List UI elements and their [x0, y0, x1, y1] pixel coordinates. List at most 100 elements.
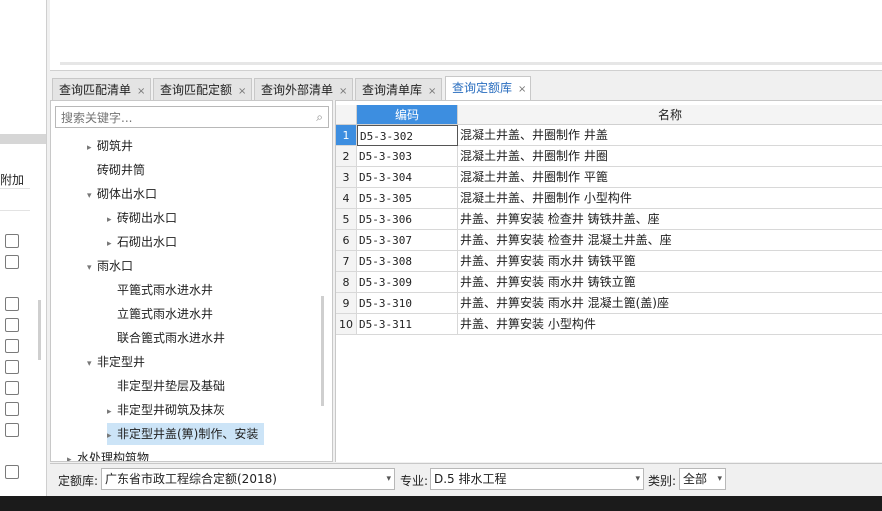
- column-header-code[interactable]: 编码: [357, 105, 458, 125]
- table-row[interactable]: 4 D5-3-305 混凝土井盖、井圈制作 小型构件: [336, 188, 882, 209]
- column-header-name[interactable]: 名称: [458, 105, 882, 125]
- code-cell[interactable]: D5-3-302: [357, 125, 458, 146]
- tree-node[interactable]: 立篦式雨水进水井: [117, 303, 213, 325]
- tab-query-list-library[interactable]: 查询清单库 ×: [355, 78, 442, 100]
- name-cell[interactable]: 井盖、井箅安装 检查井 铸铁井盖、座: [458, 209, 882, 230]
- table-row[interactable]: 5 D5-3-306 井盖、井箅安装 检查井 铸铁井盖、座: [336, 209, 882, 230]
- tree-node[interactable]: 平篦式雨水进水井: [117, 279, 213, 301]
- chevron-down-icon[interactable]: ▾: [87, 185, 97, 207]
- tree-node-selected[interactable]: ▸ 非定型井盖(箅)制作、安装: [107, 423, 265, 447]
- name-cell[interactable]: 井盖、井箅安装 小型构件: [458, 314, 882, 335]
- chevron-right-icon[interactable]: ▸: [107, 425, 117, 447]
- row-checkbox[interactable]: [5, 465, 19, 479]
- table-row[interactable]: 8 D5-3-309 井盖、井箅安装 雨水井 铸铁立篦: [336, 272, 882, 293]
- tree-node[interactable]: ▾ 雨水口: [87, 255, 133, 277]
- chevron-right-icon[interactable]: ▸: [87, 137, 97, 159]
- tree-node[interactable]: ▸ 非定型井砌筑及抹灰: [107, 399, 225, 421]
- row-number: 10: [336, 314, 357, 335]
- code-cell[interactable]: D5-3-310: [357, 293, 458, 314]
- name-cell[interactable]: 混凝土井盖、井圈制作 井圈: [458, 146, 882, 167]
- close-icon[interactable]: ×: [238, 86, 246, 97]
- row-divider: [0, 188, 30, 189]
- quota-library-select[interactable]: 广东省市政工程综合定额(2018) ▾: [101, 468, 395, 490]
- table-row[interactable]: 10 D5-3-311 井盖、井箅安装 小型构件: [336, 314, 882, 335]
- left-column-label: 附加: [0, 173, 25, 187]
- table-row[interactable]: 9 D5-3-310 井盖、井箅安装 雨水井 混凝土篦(盖)座: [336, 293, 882, 314]
- table-row[interactable]: 2 D5-3-303 混凝土井盖、井圈制作 井圈: [336, 146, 882, 167]
- name-cell[interactable]: 井盖、井箅安装 雨水井 混凝土篦(盖)座: [458, 293, 882, 314]
- code-cell[interactable]: D5-3-305: [357, 188, 458, 209]
- close-icon[interactable]: ×: [339, 86, 347, 97]
- code-cell[interactable]: D5-3-306: [357, 209, 458, 230]
- tree-node[interactable]: 砖砌井筒: [97, 159, 145, 181]
- tab-bar: 查询匹配清单 × 查询匹配定额 × 查询外部清单 × 查询清单库 × 查询定额库 ×: [50, 76, 882, 101]
- chevron-down-icon[interactable]: ▾: [386, 469, 391, 489]
- horizontal-scrollbar[interactable]: [60, 62, 882, 65]
- row-checkbox[interactable]: [5, 423, 19, 437]
- tree-node[interactable]: ▸ 石砌出水口: [107, 231, 177, 253]
- name-cell[interactable]: 井盖、井箅安装 检查井 混凝土井盖、座: [458, 230, 882, 251]
- tree-vertical-scrollbar[interactable]: [321, 296, 324, 406]
- row-checkbox[interactable]: [5, 381, 19, 395]
- row-checkbox[interactable]: [5, 318, 19, 332]
- tree-node-label: 立篦式雨水进水井: [117, 307, 214, 321]
- tree-node[interactable]: ▸ 砌筑井: [87, 135, 133, 157]
- row-checkbox[interactable]: [5, 297, 19, 311]
- tree-node-label: 砖砌井筒: [97, 163, 146, 177]
- search-icon[interactable]: ⌕: [316, 110, 323, 125]
- chevron-down-icon[interactable]: ▾: [87, 257, 97, 279]
- row-checkbox[interactable]: [5, 339, 19, 353]
- category-select[interactable]: 全部 ▾: [679, 468, 726, 490]
- tab-query-external-list[interactable]: 查询外部清单 ×: [254, 78, 353, 100]
- name-cell[interactable]: 混凝土井盖、井圈制作 井盖: [458, 125, 882, 146]
- code-cell[interactable]: D5-3-311: [357, 314, 458, 335]
- tree-node[interactable]: 非定型井垫层及基础: [117, 375, 225, 397]
- chevron-right-icon[interactable]: ▸: [107, 233, 117, 255]
- row-checkbox[interactable]: [5, 255, 19, 269]
- table-row[interactable]: 3 D5-3-304 混凝土井盖、井圈制作 平篦: [336, 167, 882, 188]
- chevron-down-icon[interactable]: ▾: [635, 469, 640, 489]
- tab-query-match-list[interactable]: 查询匹配清单 ×: [52, 78, 151, 100]
- tree-node[interactable]: ▾ 砌体出水口: [87, 183, 157, 205]
- code-cell[interactable]: D5-3-308: [357, 251, 458, 272]
- specialty-select[interactable]: D.5 排水工程 ▾: [430, 468, 644, 490]
- chevron-right-icon[interactable]: ▸: [67, 449, 77, 461]
- row-number: 3: [336, 167, 357, 188]
- tab-label: 查询清单库: [362, 83, 423, 97]
- name-cell[interactable]: 井盖、井箅安装 雨水井 铸铁立篦: [458, 272, 882, 293]
- row-number: 1: [336, 125, 357, 146]
- chevron-down-icon[interactable]: ▾: [87, 353, 97, 375]
- close-icon[interactable]: ×: [518, 84, 526, 95]
- quota-tree-panel: ⌕ ▸砌筑井 砖砌井筒 ▾砌体出水口 ▸砖砌出水口 ▸石砌出水口 ▾雨水口 平篦…: [50, 100, 333, 462]
- search-box[interactable]: ⌕: [55, 106, 329, 128]
- tree-node[interactable]: 联合篦式雨水进水井: [117, 327, 225, 349]
- table-row[interactable]: 7 D5-3-308 井盖、井箅安装 雨水井 铸铁平篦: [336, 251, 882, 272]
- name-cell[interactable]: 混凝土井盖、井圈制作 小型构件: [458, 188, 882, 209]
- quota-grid: 编码 名称 1 D5-3-302 混凝土井盖、井圈制作 井盖 2 D5-3-30…: [335, 100, 882, 462]
- code-cell[interactable]: D5-3-304: [357, 167, 458, 188]
- code-cell[interactable]: D5-3-307: [357, 230, 458, 251]
- name-cell[interactable]: 混凝土井盖、井圈制作 平篦: [458, 167, 882, 188]
- tree-node[interactable]: ▸ 砖砌出水口: [107, 207, 177, 229]
- tree-node[interactable]: ▾ 非定型井: [87, 351, 145, 373]
- left-vertical-scrollbar[interactable]: [38, 300, 41, 360]
- close-icon[interactable]: ×: [428, 86, 436, 97]
- row-checkbox[interactable]: [5, 402, 19, 416]
- search-input[interactable]: [59, 108, 303, 128]
- code-cell[interactable]: D5-3-309: [357, 272, 458, 293]
- tab-query-match-quota[interactable]: 查询匹配定额 ×: [153, 78, 252, 100]
- tab-label: 查询匹配清单: [59, 83, 132, 97]
- table-row[interactable]: 6 D5-3-307 井盖、井箅安装 检查井 混凝土井盖、座: [336, 230, 882, 251]
- tree-node[interactable]: ▸ 水处理构筑物: [67, 447, 149, 461]
- close-icon[interactable]: ×: [137, 86, 145, 97]
- chevron-down-icon[interactable]: ▾: [717, 469, 722, 489]
- name-cell[interactable]: 井盖、井箅安装 雨水井 铸铁平篦: [458, 251, 882, 272]
- table-row[interactable]: 1 D5-3-302 混凝土井盖、井圈制作 井盖: [336, 125, 882, 146]
- code-cell[interactable]: D5-3-303: [357, 146, 458, 167]
- chevron-right-icon[interactable]: ▸: [107, 209, 117, 231]
- tree-node-label: 雨水口: [97, 259, 134, 273]
- chevron-right-icon[interactable]: ▸: [107, 401, 117, 423]
- row-checkbox[interactable]: [5, 234, 19, 248]
- row-checkbox[interactable]: [5, 360, 19, 374]
- tab-query-quota-library[interactable]: 查询定额库 ×: [445, 76, 531, 101]
